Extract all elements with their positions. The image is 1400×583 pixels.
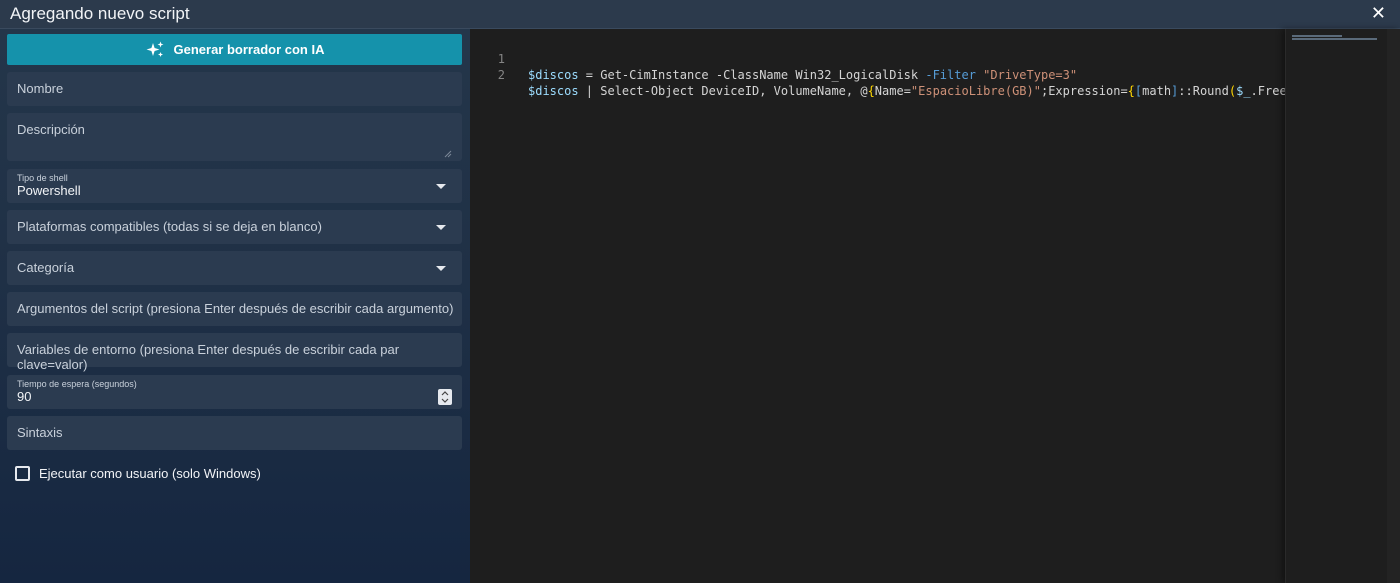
run-as-user-label: Ejecutar como usuario (solo Windows)	[39, 466, 261, 481]
code-token: | Select-Object DeviceID, VolumeName, @	[578, 84, 868, 98]
code-editor[interactable]: 1 $discos = Get-CimInstance -ClassName W…	[470, 29, 1400, 583]
chevron-down-icon	[436, 184, 446, 189]
minimap-line	[1292, 38, 1377, 40]
code-token: "EspacioLibre(GB)"	[910, 84, 1041, 98]
code-token: ;Expression=	[1040, 84, 1128, 98]
code-token: math	[1142, 84, 1172, 98]
timeout-label: Tiempo de espera (segundos)	[17, 379, 137, 389]
code-line: 1 $discos = Get-CimInstance -ClassName W…	[470, 35, 1285, 82]
code-token: $discos	[528, 68, 579, 82]
code-line: 2 $discos | Select-Object DeviceID, Volu…	[470, 51, 1285, 98]
code-token: $discos	[528, 84, 579, 98]
resize-handle-icon[interactable]	[444, 150, 452, 158]
script-arguments-label: Argumentos del script (presiona Enter de…	[17, 301, 454, 316]
code-token: $_	[1236, 84, 1251, 98]
code-text: $discos = Get-CimInstance -ClassName Win…	[528, 67, 1077, 83]
generate-ai-draft-button[interactable]: Generar borrador con IA	[7, 34, 462, 65]
platforms-select[interactable]: Plataformas compatibles (todas si se dej…	[7, 210, 462, 244]
window-title: Agregando nuevo script	[10, 4, 190, 23]
description-label: Descripción	[17, 122, 85, 137]
env-variables-input[interactable]: Variables de entorno (presiona Enter des…	[7, 333, 462, 372]
minimap-line	[1292, 35, 1342, 37]
shell-type-label: Tipo de shell	[17, 173, 68, 183]
vertical-scrollbar[interactable]	[1387, 29, 1400, 583]
name-label: Nombre	[17, 81, 64, 96]
checkbox-icon[interactable]	[15, 466, 30, 481]
shell-type-value: Powershell	[17, 183, 81, 198]
close-icon[interactable]: ✕	[1371, 3, 1386, 24]
shell-type-select[interactable]: Tipo de shell Powershell	[7, 169, 462, 203]
number-stepper-icon[interactable]	[438, 389, 452, 405]
code-area[interactable]: 1 $discos = Get-CimInstance -ClassName W…	[470, 35, 1285, 575]
code-token: {	[1127, 84, 1135, 98]
code-token: ::Round	[1178, 84, 1229, 98]
title-bar: Agregando nuevo script ✕	[0, 0, 1400, 29]
code-token: (	[1228, 84, 1237, 98]
chevron-down-icon	[436, 266, 446, 271]
code-token: .Free	[1250, 84, 1285, 98]
code-text: $discos | Select-Object DeviceID, Volume…	[528, 83, 1285, 99]
code-token: = Get-CimInstance -ClassName Win32_Logic…	[578, 68, 926, 82]
code-token: -Filter	[925, 68, 976, 82]
timeout-value: 90	[17, 389, 32, 404]
syntax-input[interactable]: Sintaxis	[7, 416, 462, 450]
description-textarea[interactable]: Descripción	[7, 113, 462, 161]
name-input[interactable]: Nombre	[7, 72, 462, 106]
minimap[interactable]	[1285, 29, 1400, 583]
platforms-label: Plataformas compatibles (todas si se dej…	[17, 219, 322, 234]
form-panel: Generar borrador con IA Nombre Descripci…	[0, 29, 470, 583]
timeout-input[interactable]: Tiempo de espera (segundos) 90	[7, 375, 462, 409]
code-token: "DriveType=3"	[983, 68, 1078, 82]
run-as-user-checkbox[interactable]: Ejecutar como usuario (solo Windows)	[15, 466, 261, 481]
syntax-label: Sintaxis	[17, 425, 63, 440]
line-number: 2	[497, 68, 505, 82]
category-select[interactable]: Categoría	[7, 251, 462, 285]
env-variables-label: Variables de entorno (presiona Enter des…	[17, 342, 400, 372]
generate-ai-draft-label: Generar borrador con IA	[173, 42, 325, 57]
code-token: Name=	[874, 84, 911, 98]
code-token: {	[867, 84, 875, 98]
script-arguments-input[interactable]: Argumentos del script (presiona Enter de…	[7, 292, 462, 326]
sparkles-icon	[146, 41, 163, 57]
category-label: Categoría	[17, 260, 75, 275]
chevron-down-icon	[436, 225, 446, 230]
